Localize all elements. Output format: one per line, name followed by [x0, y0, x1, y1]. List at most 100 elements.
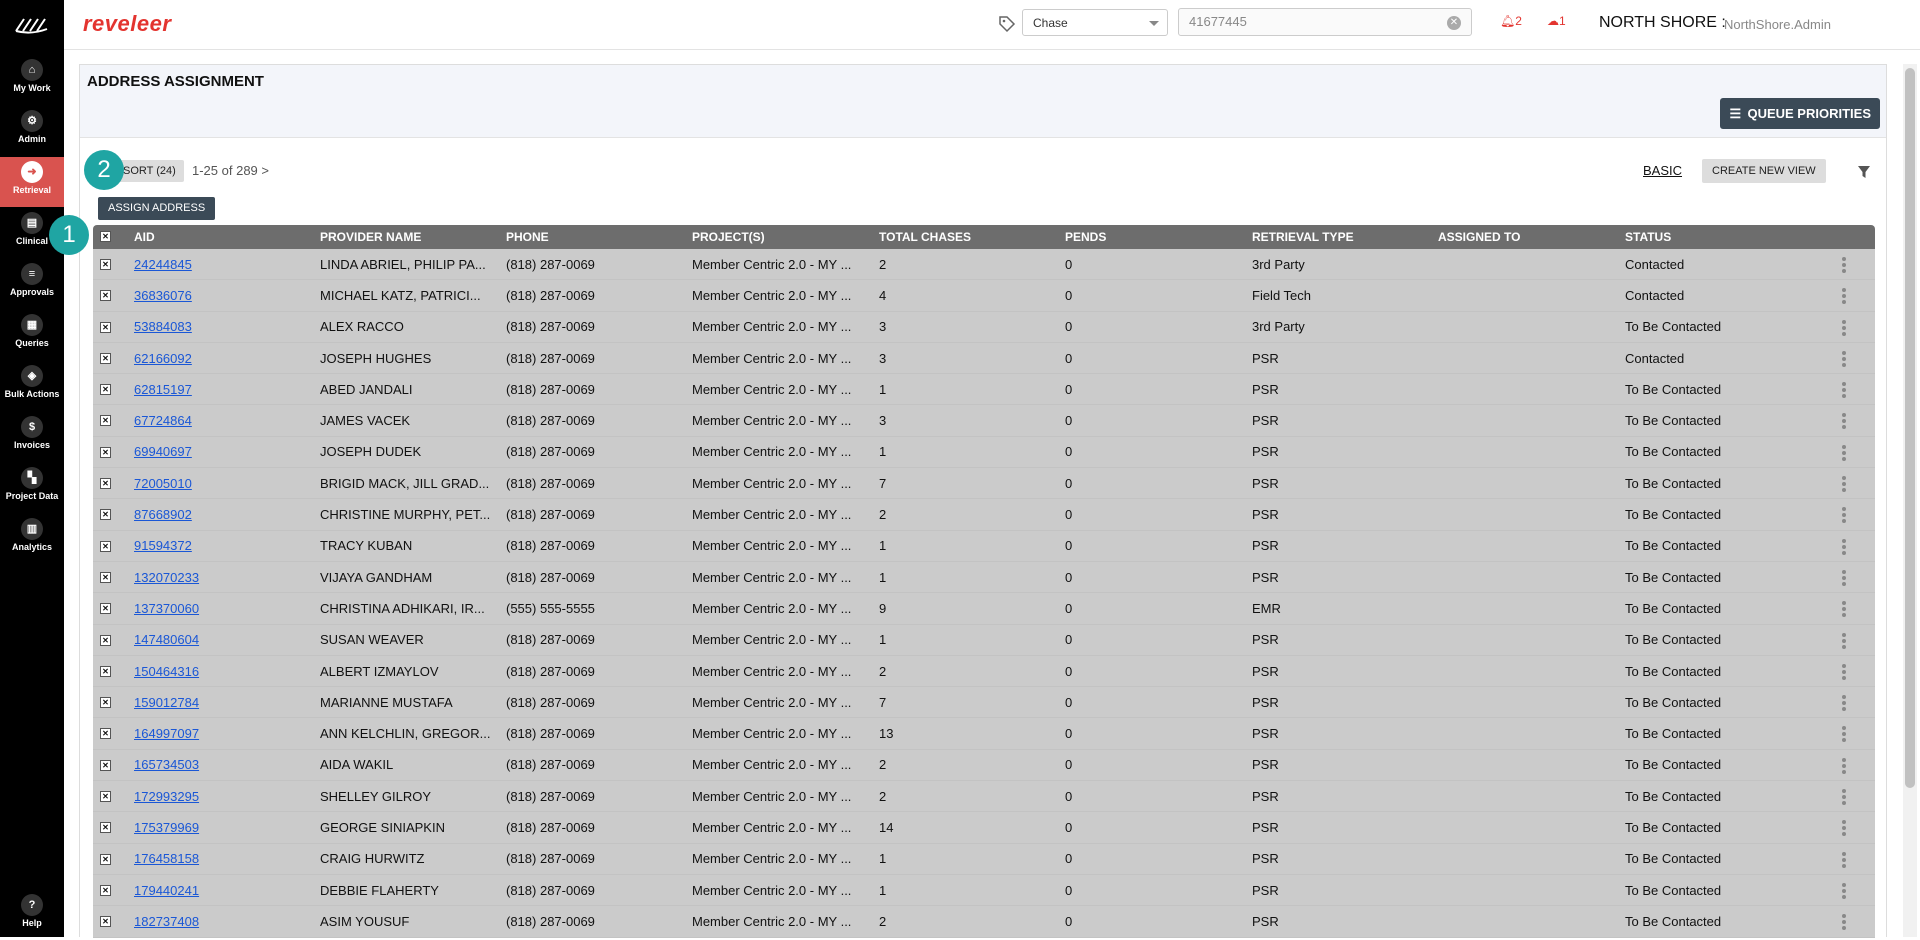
table-row[interactable]: ✕ 69940697 JOSEPH DUDEK (818) 287-0069 Membe… — [93, 436, 1875, 469]
aid-link[interactable]: 132070233 — [134, 570, 199, 585]
aid-link[interactable]: 69940697 — [134, 444, 192, 459]
column-header-provider-name[interactable]: PROVIDER NAME — [320, 225, 495, 249]
aid-link[interactable]: 53884083 — [134, 319, 192, 334]
filter-icon[interactable] — [1857, 165, 1871, 179]
row-checkbox[interactable]: ✕ — [100, 509, 111, 521]
table-row[interactable]: ✕ 36836076 MICHAEL KATZ, PATRICI... (818) 2… — [93, 280, 1875, 312]
table-row[interactable]: ✕ 62166092 JOSEPH HUGHES (818) 287-0069 Memb… — [93, 342, 1875, 375]
row-checkbox[interactable]: ✕ — [100, 352, 111, 364]
aid-link[interactable]: 150464316 — [134, 664, 199, 679]
row-checkbox[interactable]: ✕ — [100, 791, 111, 803]
table-row[interactable]: ✕ 24244845 LINDA ABRIEL, PHILIP PA... (818)… — [93, 249, 1875, 281]
row-checkbox[interactable]: ✕ — [100, 259, 111, 270]
aid-link[interactable]: 147480604 — [134, 632, 199, 647]
row-checkbox[interactable]: ✕ — [100, 540, 111, 552]
aid-link[interactable]: 159012784 — [134, 695, 199, 710]
row-menu-icon[interactable] — [1841, 287, 1847, 305]
row-menu-icon[interactable] — [1841, 350, 1847, 368]
table-row[interactable]: ✕ 175379969 GEORGE SINIAPKIN (818) 287-0069… — [93, 812, 1875, 844]
aid-link[interactable]: 182737408 — [134, 914, 199, 929]
table-row[interactable]: ✕ 150464316 ALBERT IZMAYLOV (818) 287-0069 M… — [93, 655, 1875, 688]
cloud-alerts[interactable]: ☁1 — [1547, 14, 1566, 28]
table-row[interactable]: ✕ 172993295 SHELLEY GILROY (818) 287-0069 Me… — [93, 781, 1875, 813]
sidebar-item-help[interactable]: ? Help — [0, 890, 64, 940]
column-header-aid[interactable]: AID — [134, 225, 284, 249]
column-header-phone[interactable]: PHONE — [506, 225, 656, 249]
table-row[interactable]: ✕ 176458158 CRAIG HURWITZ (818) 287-0069 Mem… — [93, 843, 1875, 875]
row-checkbox[interactable]: ✕ — [100, 665, 111, 677]
row-checkbox[interactable]: ✕ — [100, 571, 111, 583]
brand-logo[interactable]: reveleer — [83, 11, 171, 37]
sidebar-item-bulk-actions[interactable]: ◈ Bulk Actions — [0, 361, 64, 411]
row-menu-icon[interactable] — [1841, 600, 1847, 618]
table-row[interactable]: ✕ 159012784 MARIANNE MUSTAFA (818) 287-0069… — [93, 687, 1875, 719]
notifications-bell[interactable]: 🔔︎2 — [1500, 14, 1522, 28]
aid-link[interactable]: 62166092 — [134, 351, 192, 366]
row-menu-icon[interactable] — [1841, 851, 1847, 869]
scrollbar-thumb[interactable] — [1905, 68, 1915, 788]
table-row[interactable]: ✕ 132070233 VIJAYA GANDHAM (818) 287-0069 Me… — [93, 561, 1875, 594]
aid-link[interactable]: 175379969 — [134, 820, 199, 835]
page-scrollbar[interactable] — [1903, 64, 1917, 937]
row-menu-icon[interactable] — [1841, 632, 1847, 650]
row-checkbox[interactable]: ✕ — [100, 446, 111, 458]
row-menu-icon[interactable] — [1841, 444, 1847, 462]
row-menu-icon[interactable] — [1841, 694, 1847, 712]
basic-view-link[interactable]: BASIC — [1643, 163, 1682, 178]
row-checkbox[interactable]: ✕ — [100, 290, 111, 302]
aid-link[interactable]: 36836076 — [134, 288, 192, 303]
table-row[interactable]: ✕ 164997097 ANN KELCHLIN, GREGOR... (818) 2… — [93, 718, 1875, 750]
column-header-status[interactable]: STATUS — [1625, 225, 1785, 249]
row-menu-icon[interactable] — [1841, 725, 1847, 743]
aid-link[interactable]: 72005010 — [134, 476, 192, 491]
aid-link[interactable]: 137370060 — [134, 601, 199, 616]
queue-priorities-button[interactable]: ☰ QUEUE PRIORITIES — [1720, 98, 1880, 129]
aid-link[interactable]: 91594372 — [134, 538, 192, 553]
row-menu-icon[interactable] — [1841, 663, 1847, 681]
column-header-pends[interactable]: PENDS — [1065, 225, 1215, 249]
column-header-projects[interactable]: PROJECT(S) — [692, 225, 864, 249]
row-menu-icon[interactable] — [1841, 475, 1847, 493]
table-row[interactable]: ✕ 72005010 BRIGID MACK, JILL GRAD... (818) … — [93, 468, 1875, 500]
row-checkbox[interactable]: ✕ — [100, 634, 111, 646]
table-row[interactable]: ✕ 165734503 AIDA WAKIL (818) 287-0069 Member… — [93, 749, 1875, 782]
sidebar-item-admin[interactable]: ⚙ Admin — [0, 106, 64, 156]
aid-link[interactable]: 24244845 — [134, 257, 192, 272]
row-checkbox[interactable]: ✕ — [100, 759, 111, 771]
table-row[interactable]: ✕ 53884083 ALEX RACCO (818) 287-0069 Member … — [93, 311, 1875, 343]
column-header-total-chases[interactable]: TOTAL CHASES — [879, 225, 1029, 249]
sidebar-item-project-data[interactable]: ▚ Project Data — [0, 463, 64, 513]
table-row[interactable]: ✕ 91594372 TRACY KUBAN (818) 287-0069 Member… — [93, 530, 1875, 562]
aid-link[interactable]: 62815197 — [134, 382, 192, 397]
sidebar-item-approvals[interactable]: ≡ Approvals — [0, 259, 64, 309]
sidebar-item-queries[interactable]: ▦ Queries — [0, 310, 64, 360]
row-menu-icon[interactable] — [1841, 913, 1847, 931]
user-menu[interactable]: NorthShore.Admin — [1724, 17, 1831, 32]
row-checkbox[interactable]: ✕ — [100, 916, 111, 928]
row-menu-icon[interactable] — [1841, 381, 1847, 399]
aid-link[interactable]: 172993295 — [134, 789, 199, 804]
select-all-checkbox[interactable]: ✕ — [100, 231, 111, 242]
row-menu-icon[interactable] — [1841, 256, 1847, 274]
aid-link[interactable]: 87668902 — [134, 507, 192, 522]
row-menu-icon[interactable] — [1841, 882, 1847, 900]
row-checkbox[interactable]: ✕ — [100, 853, 111, 865]
row-menu-icon[interactable] — [1841, 412, 1847, 430]
row-menu-icon[interactable] — [1841, 819, 1847, 837]
sidebar-item-invoices[interactable]: $ Invoices — [0, 412, 64, 462]
column-header-assigned-to[interactable]: ASSIGNED TO — [1438, 225, 1588, 249]
row-checkbox[interactable]: ✕ — [100, 384, 111, 396]
assign-address-button[interactable]: ASSIGN ADDRESS — [98, 197, 216, 220]
pagination[interactable]: 1-25 of 289 > — [192, 163, 269, 178]
table-row[interactable]: ✕ 179440241 DEBBIE FLAHERTY (818) 287-0069 M… — [93, 874, 1875, 907]
row-menu-icon[interactable] — [1841, 319, 1847, 337]
sidebar-item-analytics[interactable]: ▥ Analytics — [0, 514, 64, 564]
row-checkbox[interactable]: ✕ — [100, 478, 111, 490]
table-row[interactable]: ✕ 62815197 ABED JANDALI (818) 287-0069 Membe… — [93, 374, 1875, 406]
table-row[interactable]: ✕ 67724864 JAMES VACEK (818) 287-0069 Member… — [93, 405, 1875, 437]
row-menu-icon[interactable] — [1841, 506, 1847, 524]
table-row[interactable]: ✕ 87668902 CHRISTINE MURPHY, PET... (818) 2… — [93, 499, 1875, 531]
row-checkbox[interactable]: ✕ — [100, 884, 111, 896]
search-input[interactable]: 41677445 ✕ — [1178, 8, 1472, 36]
aid-link[interactable]: 179440241 — [134, 883, 199, 898]
